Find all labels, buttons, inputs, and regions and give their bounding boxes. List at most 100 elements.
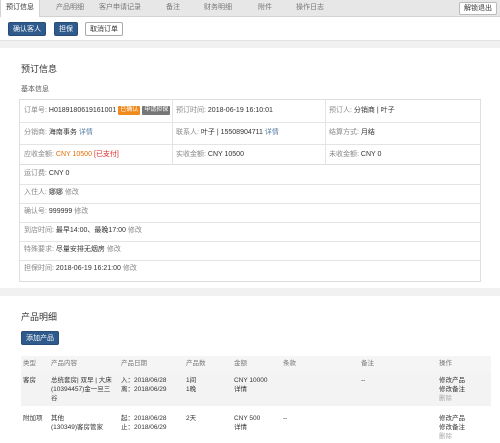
booker-label: 预订人: — [329, 107, 352, 114]
confirm-guest-button[interactable]: 确认客人 — [8, 22, 46, 36]
booking-time-field: 预订时间: 2018-06-19 16:10:01 — [176, 100, 324, 122]
delete-link[interactable]: 删除 — [439, 394, 452, 403]
settlement-field: 结算方式: 月结 — [329, 122, 479, 144]
distributor-value: 海南事务 — [48, 129, 77, 136]
apply-guarantee-badge: 申请担保 — [142, 105, 171, 115]
row-amount: CNY 10000 — [234, 377, 268, 384]
guest-edit-link[interactable]: 修改 — [65, 189, 79, 196]
booker-field: 预订人: 分销商 | 叶子 — [329, 100, 479, 122]
row-qty-rooms: 1间 — [186, 377, 197, 384]
row-date-in: 入：2018/06/28 — [121, 377, 167, 384]
shipping-fee-value: CNY 0 — [48, 170, 70, 177]
order-number-label: 订单号: — [24, 107, 47, 114]
action-toolbar: 确认客人 担保 取消订单 — [0, 17, 500, 41]
tab-attachments[interactable]: 附件 — [250, 0, 280, 16]
booker-value: 分销商 | 叶子 — [353, 107, 395, 114]
row-content-code[interactable]: (10394457)金一旦三 — [51, 385, 110, 394]
order-number-field: 订单号: H0189180619161001 已确认 申请担保 — [24, 100, 172, 122]
row-amount-detail-link[interactable]: 详情 — [234, 423, 247, 432]
received-label: 实收金额: — [176, 151, 206, 158]
distributor-detail-link[interactable]: 详情 — [79, 129, 93, 136]
row-date-out: 离：2018/06/29 — [121, 386, 167, 393]
shipping-fee-label: 运订费: — [24, 170, 47, 177]
row-content-code[interactable]: (130349)客房管家 — [51, 423, 103, 432]
special-request-edit-link[interactable]: 修改 — [107, 246, 121, 253]
arrival-time-label: 到店时间: — [24, 227, 54, 234]
booking-info-card: 预订信息 基本信息 订单号: H0189180619161001 已确认 申请担… — [0, 48, 500, 288]
guest-value: 娜娜 — [48, 189, 63, 196]
confirmed-badge: 已确认 — [118, 105, 141, 115]
col-content: 产品内容 — [51, 360, 77, 367]
guarantee-time-value: 2018-06-19 16:21:00 — [55, 265, 121, 272]
row-remark: -- — [361, 377, 366, 384]
tab-finance[interactable]: 财务明细 — [198, 0, 238, 16]
tab-customer-requests[interactable]: 客户申请记录 — [94, 0, 146, 16]
guarantee-time-edit-link[interactable]: 修改 — [123, 265, 137, 272]
received-value: CNY 10500 — [207, 151, 244, 158]
row-content-extra[interactable]: 谷 — [51, 394, 58, 403]
booking-section-title: 预订信息 — [21, 64, 58, 74]
row-terms: -- — [283, 415, 288, 422]
col-type: 类型 — [23, 360, 36, 367]
edit-product-link[interactable]: 修改产品 — [439, 376, 465, 385]
row-content-name[interactable]: 总统套房| 双早 | 大床 — [51, 376, 112, 385]
table-row: 附加项 其他 (130349)客房管家 起：2018/06/28 止：2018/… — [21, 410, 491, 443]
distributor-label: 分销商: — [24, 129, 47, 136]
guarantee-time-label: 担保时间: — [24, 265, 54, 272]
arrival-time-edit-link[interactable]: 修改 — [128, 227, 142, 234]
col-amount: 金额 — [234, 360, 247, 367]
receivable-value: CNY 10500 — [55, 151, 92, 158]
products-table-header: 类型 产品内容 产品日期 产品数 金额 条款 备注 操作 — [21, 356, 491, 372]
guarantee-time-row: 担保时间: 2018-06-19 16:21:00 修改 — [24, 258, 464, 280]
contact-detail-link[interactable]: 详情 — [265, 129, 279, 136]
delete-link[interactable]: 删除 — [439, 432, 452, 441]
contact-value: 叶子 | 15508904711 — [200, 129, 263, 136]
row-qty-days: 2天 — [186, 415, 197, 422]
cancel-order-button[interactable]: 取消订单 — [85, 22, 123, 36]
unlock-exit-button[interactable]: 解锁退出 — [459, 2, 497, 15]
booking-time-label: 预订时间: — [176, 107, 206, 114]
add-product-button[interactable]: 添加产品 — [21, 331, 59, 345]
unreceived-value: CNY 0 — [360, 151, 382, 158]
edit-remark-link[interactable]: 修改备注 — [439, 423, 465, 432]
tab-booking-info[interactable]: 预订信息 — [0, 0, 40, 17]
booking-detail-grid: 运订费: CNY 0 入住人: 娜娜 修改 确认号: 999999 修改 到店时… — [19, 164, 481, 282]
arrival-time-value: 最早14:00、最晚17:00 — [55, 227, 126, 234]
col-operation: 操作 — [439, 360, 452, 367]
tab-operation-log[interactable]: 操作日志 — [290, 0, 330, 16]
products-card: 产品明细 添加产品 类型 产品内容 产品日期 产品数 金额 条款 备注 操作 客… — [0, 296, 500, 443]
booking-time-value: 2018-06-19 16:10:01 — [207, 107, 273, 114]
order-number-value: H0189180619161001 — [48, 107, 117, 114]
row-qty-nights: 1晚 — [186, 386, 197, 393]
guest-label: 入住人: — [24, 189, 47, 196]
tab-bar: 预订信息 产品明细 客户申请记录 备注 财务明细 附件 操作日志 解锁退出 — [0, 0, 500, 17]
tab-remarks[interactable]: 备注 — [158, 0, 188, 16]
confirm-number-value: 999999 — [48, 208, 73, 215]
guarantee-button[interactable]: 担保 — [54, 22, 78, 36]
confirm-number-label: 确认号: — [24, 208, 47, 215]
receivable-label: 应收金额: — [24, 151, 54, 158]
basic-info-grid: 订单号: H0189180619161001 已确认 申请担保 预订时间: 20… — [19, 99, 481, 167]
row-amount-detail-link[interactable]: 详情 — [234, 385, 247, 394]
special-request-value: 尽量安排无烟房 — [55, 246, 105, 253]
col-terms: 条款 — [283, 360, 296, 367]
special-request-label: 特殊要求: — [24, 246, 54, 253]
row-date-start: 起：2018/06/28 — [121, 415, 167, 422]
contact-field: 联系人: 叶子 | 15508904711 详情 — [176, 122, 324, 144]
products-section-title: 产品明细 — [21, 312, 58, 322]
unreceived-label: 未收金额: — [329, 151, 359, 158]
row-content-name[interactable]: 其他 — [51, 414, 64, 423]
row-date-end: 止：2018/06/29 — [121, 424, 167, 431]
table-row: 客房 总统套房| 双早 | 大床 (10394457)金一旦三 谷 入：2018… — [21, 372, 491, 406]
row-type: 附加项 — [23, 415, 43, 422]
settlement-value: 月结 — [360, 129, 375, 136]
col-date: 产品日期 — [121, 360, 147, 367]
paid-tag: [已支付] — [93, 151, 119, 158]
tab-product-detail[interactable]: 产品明细 — [50, 0, 90, 16]
confirm-number-edit-link[interactable]: 修改 — [74, 208, 88, 215]
basic-info-title: 基本信息 — [21, 86, 49, 93]
edit-remark-link[interactable]: 修改备注 — [439, 385, 465, 394]
settlement-label: 结算方式: — [329, 129, 359, 136]
distributor-field: 分销商: 海南事务 详情 — [24, 122, 172, 144]
edit-product-link[interactable]: 修改产品 — [439, 414, 465, 423]
